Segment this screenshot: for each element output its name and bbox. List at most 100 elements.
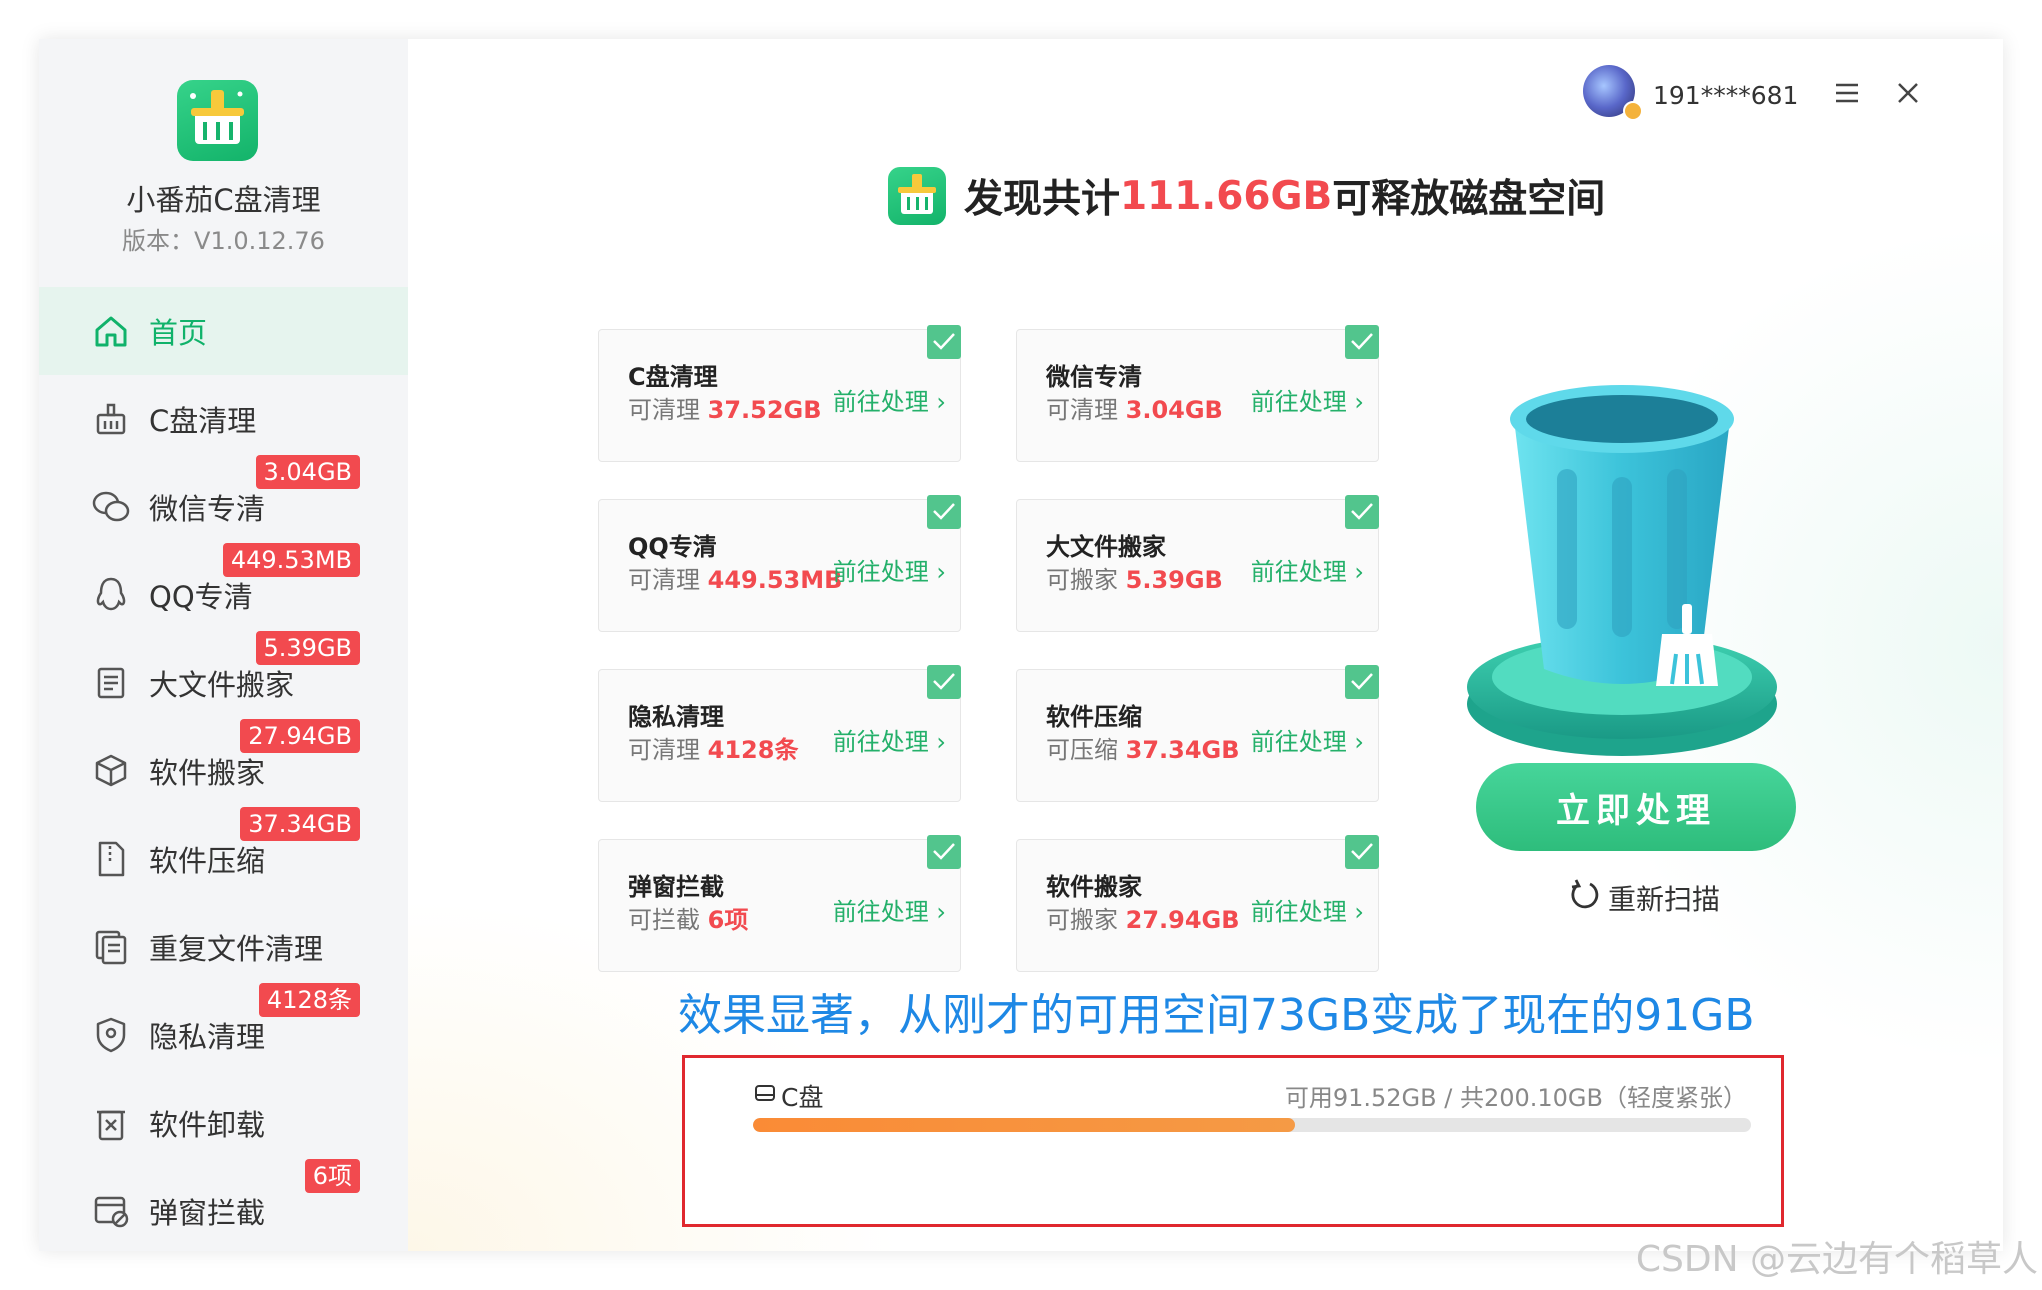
- broom-logo-icon: [888, 167, 946, 225]
- card-subtitle: 可清理 37.52GB: [628, 396, 822, 424]
- card-title: 隐私清理: [628, 703, 724, 731]
- sidebar-item-label: 软件压缩: [149, 844, 266, 878]
- card-title: 大文件搬家: [1046, 533, 1166, 561]
- go-process-link[interactable]: 前往处理 ›: [1251, 382, 1364, 417]
- sidebar-item-wechat[interactable]: 微信专清 3.04GB: [39, 455, 408, 551]
- checkbox-checked-icon[interactable]: [927, 325, 961, 359]
- app-logo-icon: [177, 80, 258, 161]
- go-process-link[interactable]: 前往处理 ›: [833, 382, 946, 417]
- sidebar-item-uninstall[interactable]: 软件卸载: [39, 1079, 408, 1167]
- card-software-compress[interactable]: 软件压缩 可压缩 37.34GB 前往处理 ›: [1016, 665, 1379, 802]
- card-subtitle: 可拦截 6项: [628, 906, 749, 934]
- go-process-link[interactable]: 前往处理 ›: [833, 892, 946, 927]
- card-subtitle: 可清理 449.53MB: [628, 566, 843, 594]
- sidebar-item-label: 弹窗拦截: [149, 1196, 266, 1230]
- uninstall-icon: [91, 1103, 131, 1143]
- sidebar-item-popup-block[interactable]: 弹窗拦截 6项: [39, 1159, 408, 1251]
- sidebar-item-label: 软件卸载: [149, 1108, 266, 1142]
- card-subtitle: 可搬家 5.39GB: [1046, 566, 1223, 594]
- package-move-icon: [91, 751, 131, 791]
- sidebar-item-home[interactable]: 首页: [39, 287, 408, 375]
- card-c-clean[interactable]: C盘清理 可清理 37.52GB 前往处理 ›: [598, 325, 961, 462]
- drive-icon: [753, 1081, 781, 1111]
- disk-label: C盘: [753, 1078, 823, 1114]
- sidebar-item-label: 大文件搬家: [149, 668, 295, 702]
- document-list-icon: [91, 663, 131, 703]
- rescan-label: 重新扫描: [1608, 882, 1721, 916]
- card-large-file-move[interactable]: 大文件搬家 可搬家 5.39GB 前往处理 ›: [1016, 495, 1379, 632]
- sidebar-item-software-compress[interactable]: 软件压缩 37.34GB: [39, 807, 408, 903]
- card-subtitle: 可压缩 37.34GB: [1046, 736, 1240, 764]
- disk-name: C盘: [781, 1083, 824, 1112]
- sidebar-item-software-move[interactable]: 软件搬家 27.94GB: [39, 719, 408, 815]
- username[interactable]: 191****681: [1653, 81, 1798, 110]
- vip-badge-icon: [1623, 101, 1643, 121]
- go-process-link[interactable]: 前往处理 ›: [833, 552, 946, 587]
- app-window: 小番茄C盘清理 版本：V1.0.12.76 首页 C盘清理 微信专清 3.04G…: [39, 39, 2003, 1251]
- checkbox-checked-icon[interactable]: [927, 835, 961, 869]
- card-popup-block[interactable]: 弹窗拦截 可拦截 6项 前往处理 ›: [598, 835, 961, 972]
- go-process-link[interactable]: 前往处理 ›: [1251, 722, 1364, 757]
- sidebar-item-label: 软件搬家: [149, 756, 266, 790]
- card-subtitle: 可清理 3.04GB: [1046, 396, 1223, 424]
- checkbox-checked-icon[interactable]: [927, 495, 961, 529]
- main-panel: 191****681 发现共计 111.66GB 可释放磁盘空间 C盘清理 可清理 …: [408, 39, 2003, 1251]
- count-badge: 449.53MB: [222, 543, 360, 577]
- title-bar: 191****681: [1583, 53, 2003, 123]
- sidebar-item-duplicate-clean[interactable]: 重复文件清理: [39, 903, 408, 991]
- card-title: 软件搬家: [1046, 873, 1142, 901]
- shield-icon: [91, 1015, 131, 1055]
- go-process-link[interactable]: 前往处理 ›: [1251, 892, 1364, 927]
- sidebar-nav: 首页 C盘清理 微信专清 3.04GB QQ专清 449.53MB 大文件搬家 …: [39, 287, 408, 1251]
- checkbox-checked-icon[interactable]: [927, 665, 961, 699]
- card-title: 弹窗拦截: [628, 873, 724, 901]
- sidebar-item-label: 重复文件清理: [149, 932, 324, 966]
- process-now-button[interactable]: 立即处理: [1476, 763, 1796, 851]
- sidebar-item-c-clean[interactable]: C盘清理: [39, 375, 408, 463]
- headline: 发现共计 111.66GB 可释放磁盘空间: [888, 167, 1605, 225]
- checkbox-checked-icon[interactable]: [1345, 835, 1379, 869]
- broom-basket-icon: [91, 399, 131, 439]
- disk-space-info: 可用91.52GB / 共200.10GB（轻度紧张）: [1284, 1084, 1747, 1112]
- sidebar-item-privacy-clean[interactable]: 隐私清理 4128条: [39, 983, 408, 1079]
- card-privacy-clean[interactable]: 隐私清理 可清理 4128条 前往处理 ›: [598, 665, 961, 802]
- checkbox-checked-icon[interactable]: [1345, 325, 1379, 359]
- card-software-move[interactable]: 软件搬家 可搬家 27.94GB 前往处理 ›: [1016, 835, 1379, 972]
- menu-icon[interactable]: [1826, 73, 1866, 113]
- card-qq[interactable]: QQ专清 可清理 449.53MB 前往处理 ›: [598, 495, 961, 632]
- count-badge: 4128条: [258, 983, 360, 1017]
- sidebar-item-large-file-move[interactable]: 大文件搬家 5.39GB: [39, 631, 408, 727]
- headline-prefix: 发现共计: [964, 177, 1121, 222]
- headline-suffix: 可释放磁盘空间: [1332, 177, 1606, 222]
- sidebar-item-label: C盘清理: [149, 404, 257, 438]
- checkbox-checked-icon[interactable]: [1345, 665, 1379, 699]
- disk-usage-track: [753, 1118, 1751, 1132]
- disk-usage-fill: [753, 1118, 1295, 1132]
- go-process-link[interactable]: 前往处理 ›: [833, 722, 946, 757]
- close-icon[interactable]: [1888, 73, 1928, 113]
- home-icon: [91, 311, 131, 351]
- rescan-button[interactable]: 重新扫描: [1568, 877, 1720, 918]
- sidebar-item-qq[interactable]: QQ专清 449.53MB: [39, 543, 408, 639]
- count-badge: 37.34GB: [240, 807, 360, 841]
- zip-file-icon: [91, 839, 131, 879]
- card-title: 软件压缩: [1046, 703, 1142, 731]
- duplicate-file-icon: [91, 927, 131, 967]
- card-title: C盘清理: [628, 363, 718, 391]
- checkbox-checked-icon[interactable]: [1345, 495, 1379, 529]
- result-caption: 效果显著，从刚才的可用空间73GB变成了现在的91GB: [678, 990, 1755, 1041]
- count-badge: 5.39GB: [255, 631, 360, 665]
- disk-usage-panel: C盘 可用91.52GB / 共200.10GB（轻度紧张）: [682, 1055, 1784, 1227]
- sidebar-item-label: 首页: [149, 316, 208, 350]
- sidebar-item-label: QQ专清: [149, 580, 253, 614]
- card-subtitle: 可搬家 27.94GB: [1046, 906, 1240, 934]
- count-badge: 6项: [304, 1159, 360, 1193]
- card-title: QQ专清: [628, 533, 717, 561]
- wechat-icon: [91, 487, 131, 527]
- count-badge: 3.04GB: [255, 455, 360, 489]
- go-process-link[interactable]: 前往处理 ›: [1251, 552, 1364, 587]
- trash-can-illustration: [1462, 369, 1782, 769]
- headline-size: 111.66GB: [1120, 173, 1333, 219]
- card-wechat[interactable]: 微信专清 可清理 3.04GB 前往处理 ›: [1016, 325, 1379, 462]
- watermark: CSDN @云边有个稻草人: [1635, 1239, 2038, 1280]
